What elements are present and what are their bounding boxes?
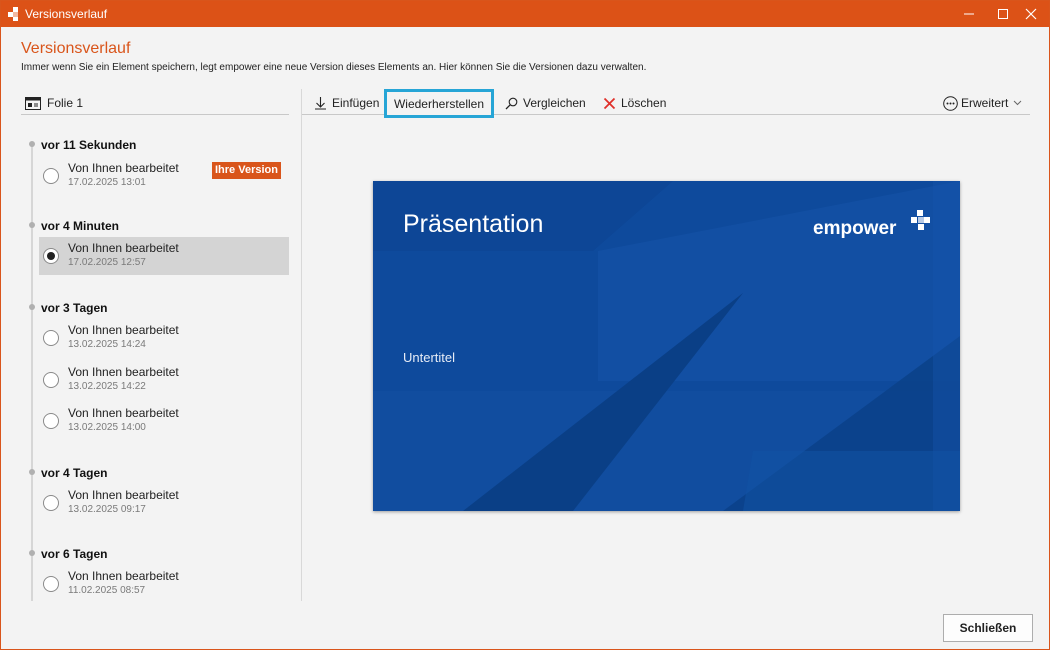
version-timestamp: 11.02.2025 08:57 bbox=[68, 585, 146, 596]
download-arrow-icon bbox=[315, 97, 326, 110]
element-name: Folie 1 bbox=[47, 96, 84, 110]
version-item-selected[interactable]: Von Ihnen bearbeitet 17.02.2025 12:57 bbox=[39, 237, 289, 275]
timeline-rail bbox=[31, 143, 33, 601]
version-radio[interactable] bbox=[43, 372, 59, 388]
slide-title: Präsentation bbox=[403, 210, 544, 238]
history-group-label: vor 4 Minuten bbox=[41, 219, 120, 233]
close-icon bbox=[1025, 8, 1037, 20]
version-author: Von Ihnen bearbeitet bbox=[68, 488, 179, 502]
version-timestamp: 17.02.2025 12:57 bbox=[68, 257, 146, 268]
version-timestamp: 17.02.2025 13:01 bbox=[68, 177, 146, 188]
version-radio[interactable] bbox=[43, 168, 59, 184]
timeline-dot bbox=[29, 141, 35, 147]
slide-icon bbox=[25, 96, 41, 110]
compare-button[interactable]: Vergleichen bbox=[505, 89, 586, 117]
page-description: Immer wenn Sie ein Element speichern, le… bbox=[21, 62, 647, 73]
version-radio[interactable] bbox=[43, 330, 59, 346]
version-author: Von Ihnen bearbeitet bbox=[68, 569, 179, 583]
search-icon bbox=[505, 97, 518, 109]
maximize-icon bbox=[998, 9, 1008, 19]
version-history-window: Versionsverlauf Versionsverlauf Immer we… bbox=[0, 0, 1050, 650]
compare-label: Vergleichen bbox=[523, 96, 586, 110]
element-header: Folie 1 bbox=[25, 95, 83, 111]
version-item[interactable]: Von Ihnen bearbeitet 11.02.2025 08:57 bbox=[39, 565, 289, 603]
timeline-dot bbox=[29, 550, 35, 556]
version-timestamp: 13.02.2025 14:22 bbox=[68, 381, 146, 392]
slide-subtitle: Untertitel bbox=[403, 350, 456, 365]
panel-divider bbox=[301, 89, 302, 601]
minimize-button[interactable] bbox=[952, 1, 986, 27]
timeline-dot bbox=[29, 469, 35, 475]
empower-logo: empower bbox=[813, 210, 933, 242]
restore-button[interactable]: Wiederherstellen bbox=[384, 89, 494, 118]
left-panel-separator bbox=[21, 114, 289, 115]
version-timestamp: 13.02.2025 14:00 bbox=[68, 422, 146, 433]
version-author: Von Ihnen bearbeitet bbox=[68, 323, 179, 337]
history-group-label: vor 4 Tagen bbox=[41, 466, 108, 480]
history-group-label: vor 11 Sekunden bbox=[41, 138, 137, 152]
title-bar[interactable]: Versionsverlauf bbox=[1, 1, 1049, 27]
version-item[interactable]: Von Ihnen bearbeitet 13.02.2025 14:00 bbox=[39, 402, 289, 440]
restore-label: Wiederherstellen bbox=[393, 96, 485, 111]
history-group-label: vor 6 Tagen bbox=[41, 547, 108, 561]
insert-button[interactable]: Einfügen bbox=[314, 89, 379, 117]
chevron-down-icon bbox=[1013, 100, 1022, 106]
delete-button[interactable]: Löschen bbox=[603, 89, 666, 117]
current-version-badge: Ihre Version bbox=[212, 162, 281, 179]
timeline-dot bbox=[29, 304, 35, 310]
version-item[interactable]: Von Ihnen bearbeitet 13.02.2025 09:17 bbox=[39, 484, 289, 522]
version-radio[interactable] bbox=[43, 495, 59, 511]
minimize-icon bbox=[964, 13, 974, 15]
version-timestamp: 13.02.2025 09:17 bbox=[68, 504, 146, 515]
empower-logo-icon bbox=[911, 210, 930, 230]
version-timestamp: 13.02.2025 14:24 bbox=[68, 339, 146, 350]
more-options-icon bbox=[943, 95, 958, 111]
version-author: Von Ihnen bearbeitet bbox=[68, 241, 179, 255]
window-title: Versionsverlauf bbox=[25, 7, 108, 21]
version-radio[interactable] bbox=[43, 576, 59, 592]
empower-app-icon bbox=[8, 7, 18, 21]
delete-x-icon bbox=[603, 97, 616, 109]
timeline-dot bbox=[29, 222, 35, 228]
version-author: Von Ihnen bearbeitet bbox=[68, 161, 179, 175]
page-title: Versionsverlauf bbox=[21, 40, 131, 57]
version-item[interactable]: Von Ihnen bearbeitet 13.02.2025 14:24 bbox=[39, 319, 289, 357]
version-radio-selected[interactable] bbox=[43, 248, 59, 264]
version-item[interactable]: Von Ihnen bearbeitet 17.02.2025 13:01 Ih… bbox=[39, 157, 289, 195]
version-author: Von Ihnen bearbeitet bbox=[68, 406, 179, 420]
version-radio[interactable] bbox=[43, 413, 59, 429]
version-item[interactable]: Von Ihnen bearbeitet 13.02.2025 14:22 bbox=[39, 361, 289, 399]
version-author: Von Ihnen bearbeitet bbox=[68, 365, 179, 379]
logo-text: empower bbox=[813, 218, 897, 239]
close-button[interactable]: Schließen bbox=[943, 614, 1033, 642]
delete-label: Löschen bbox=[621, 96, 667, 110]
advanced-menu-button[interactable]: Erweitert bbox=[943, 89, 1027, 117]
close-window-button[interactable] bbox=[1014, 1, 1048, 27]
insert-label: Einfügen bbox=[332, 96, 380, 110]
history-group-label: vor 3 Tagen bbox=[41, 301, 108, 315]
slide-preview: Präsentation Untertitel empower bbox=[373, 181, 960, 511]
advanced-label: Erweitert bbox=[961, 96, 1009, 110]
